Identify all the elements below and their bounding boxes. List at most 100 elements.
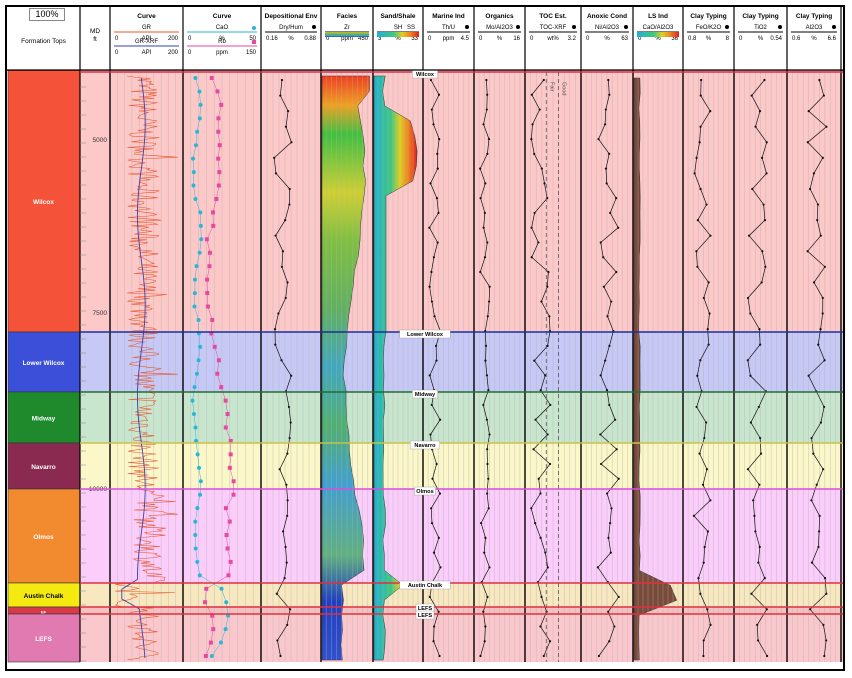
cao-point [195, 506, 200, 511]
clay-tio2-point [758, 110, 762, 113]
cao-point [192, 291, 197, 296]
curve-symbol-icon [624, 25, 628, 29]
formation-band [80, 332, 843, 392]
toc-point [540, 167, 543, 170]
rb-point [219, 102, 224, 107]
curve-symbol-icon [725, 25, 729, 29]
clay-feo-k2o-point [706, 608, 709, 611]
anoxic-cond-point [608, 403, 611, 407]
clay-feo-k2o-point [695, 156, 698, 159]
cao-point [195, 129, 200, 134]
marine-ind-point [437, 610, 440, 613]
depositional-env-point [284, 545, 287, 549]
clay-feo-k2o-point [709, 234, 712, 237]
depositional-env-point [288, 203, 291, 206]
formation-name: Lower Wilcox [23, 360, 65, 367]
depositional-env-point [285, 483, 288, 486]
anoxic-cond-point [602, 285, 605, 288]
organics-point [480, 521, 483, 525]
organics-point [488, 566, 491, 569]
clay-feo-k2o-point [706, 530, 709, 533]
cao-legend-symbol-icon [252, 26, 256, 30]
well-log-viewer: 100% Wilcox Lower Wilcox Midway Navarro Olmo… [5, 5, 845, 671]
scale-max: 63 [621, 36, 628, 42]
clay-feo-k2o-point [699, 125, 702, 128]
organics-point [485, 78, 488, 82]
marine-ind-point [429, 182, 432, 185]
organics-point [482, 226, 485, 229]
toc-point [548, 640, 552, 643]
rb-point [223, 425, 228, 430]
anoxic-cond-point [608, 93, 611, 96]
color-scale-bar [325, 32, 369, 37]
scale-max: 150 [246, 50, 257, 56]
clay-al2o3-point [817, 343, 820, 346]
depositional-env-point [286, 514, 289, 517]
clay-feo-k2o-point [696, 265, 699, 268]
clay-tio2-point [759, 452, 763, 455]
clay-tio2-point [760, 281, 763, 284]
rb-point [224, 533, 229, 538]
clay-tio2-point [752, 499, 755, 502]
marker-label: Lower Wilcox [407, 332, 444, 338]
rb-point [212, 344, 217, 349]
clay-feo-k2o-point [700, 78, 703, 82]
scale-unit: ppm [216, 50, 228, 56]
clay-tio2-point [754, 530, 757, 533]
organics-point [487, 300, 491, 303]
clay-tio2-point [760, 156, 764, 159]
clay-tio2-point [765, 141, 768, 144]
curve-name: CaO [216, 25, 229, 31]
clay-tio2-point [758, 545, 761, 549]
clay-tio2-point [746, 359, 749, 362]
organics-point [484, 359, 487, 362]
anoxic-cond-point [615, 197, 618, 200]
anoxic-cond-point [605, 182, 608, 185]
toc-point [539, 625, 542, 628]
depositional-env-point [288, 436, 291, 440]
scale-unit: % [758, 36, 764, 42]
depositional-env-point [288, 187, 291, 191]
anoxic-cond-point [597, 137, 600, 141]
curve-name: CaO/Al2O3 [643, 25, 674, 31]
zoom-level[interactable]: 100% [29, 8, 65, 21]
cao-point [196, 465, 201, 470]
marine-ind-point [435, 359, 438, 362]
clay-feo-k2o-point [709, 499, 712, 502]
formation-band [80, 583, 843, 607]
toc-point [533, 152, 536, 155]
cao-point [193, 143, 198, 148]
organics-point [486, 448, 489, 451]
clay-tio2-point [763, 577, 766, 580]
clay-feo-k2o-point [695, 250, 698, 253]
depositional-env-point [284, 296, 287, 300]
clay-feo-k2o-point [707, 281, 710, 284]
anoxic-cond-point [603, 123, 607, 126]
clay-al2o3-point [823, 577, 827, 580]
rb-point [215, 89, 220, 94]
curve-name-2: SS [407, 25, 415, 31]
marine-ind-point [434, 344, 438, 347]
clay-al2o3-point [816, 203, 820, 206]
toc-point [549, 403, 552, 407]
well-log-panel[interactable]: Wilcox Lower Wilcox Midway Navarro Olmos Aust… [7, 7, 843, 669]
organics-point [483, 551, 486, 554]
depositional-env-point [284, 125, 288, 128]
scale-max: 0.54 [770, 36, 782, 42]
organics-point [485, 418, 489, 421]
cao-point [197, 250, 202, 255]
clay-tio2-point [753, 514, 756, 517]
marine-ind-point [437, 93, 441, 96]
depositional-env-point [274, 343, 277, 346]
organics-point [482, 610, 485, 613]
cao-point [191, 170, 196, 175]
cao-point [193, 546, 198, 551]
clay-feo-k2o-point [698, 452, 701, 455]
clay-al2o3-point [806, 141, 809, 144]
clay-feo-k2o-point [703, 436, 706, 440]
curve-symbol-icon [312, 25, 316, 29]
marine-ind-point [430, 507, 433, 510]
depth-label: 5000 [93, 137, 108, 144]
marker-label: Wilcox [416, 72, 435, 78]
cao-point [224, 600, 229, 605]
